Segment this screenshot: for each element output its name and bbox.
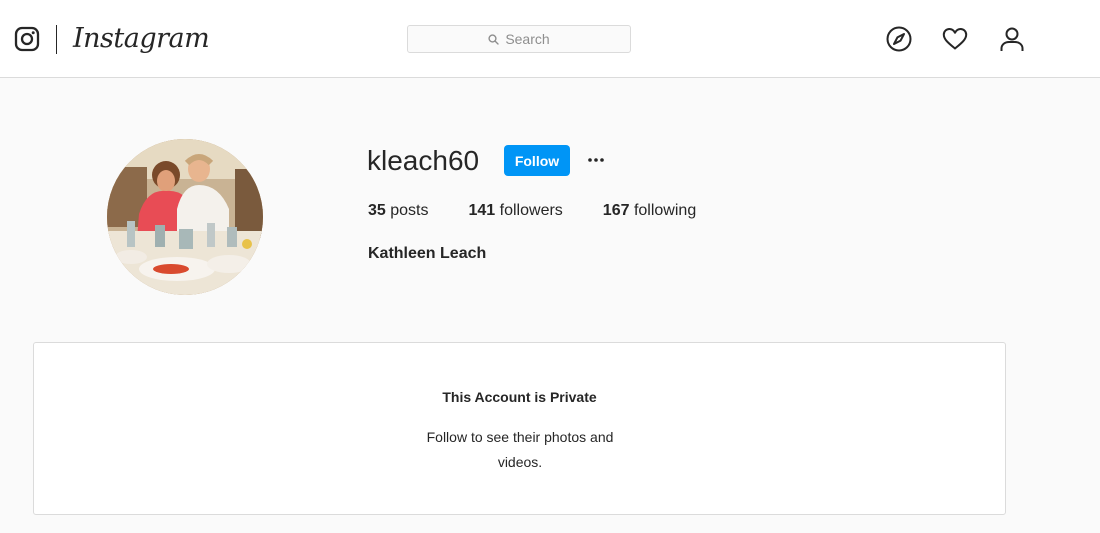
posts-stat[interactable]: 35 posts <box>368 202 429 220</box>
top-navigation-bar: Instagram Search <box>0 0 1100 78</box>
heart-icon[interactable] <box>942 26 968 52</box>
private-notice-message: Follow to see their photos and videos. <box>426 429 614 470</box>
profile-stats: 35 posts 141 followers 167 following <box>368 202 736 220</box>
profile-photo <box>107 139 263 295</box>
following-label: following <box>633 202 697 219</box>
profile-full-name: Kathleen Leach <box>368 245 487 262</box>
instagram-logo[interactable]: Instagram <box>73 21 210 57</box>
private-notice-title: This Account is Private <box>442 389 597 405</box>
followers-label: followers <box>499 202 563 219</box>
compass-icon[interactable] <box>886 26 912 52</box>
posts-label: posts <box>390 202 429 219</box>
more-options-icon[interactable] <box>585 149 607 171</box>
avatar <box>107 139 263 295</box>
user-icon[interactable] <box>999 26 1025 52</box>
posts-count: 35 <box>368 202 386 219</box>
private-account-notice: This Account is Private Follow to see th… <box>33 342 1006 515</box>
follow-button[interactable]: Follow <box>504 145 570 176</box>
logo-divider <box>56 25 57 54</box>
search-icon <box>488 33 500 45</box>
followers-stat[interactable]: 141 followers <box>469 202 563 220</box>
camera-icon[interactable] <box>14 26 40 52</box>
search-input[interactable]: Search <box>407 25 631 53</box>
search-placeholder: Search <box>505 31 550 47</box>
following-stat[interactable]: 167 following <box>603 202 696 220</box>
followers-count: 141 <box>468 202 496 219</box>
profile-username: kleach60 <box>367 145 480 176</box>
following-count: 167 <box>602 202 630 219</box>
